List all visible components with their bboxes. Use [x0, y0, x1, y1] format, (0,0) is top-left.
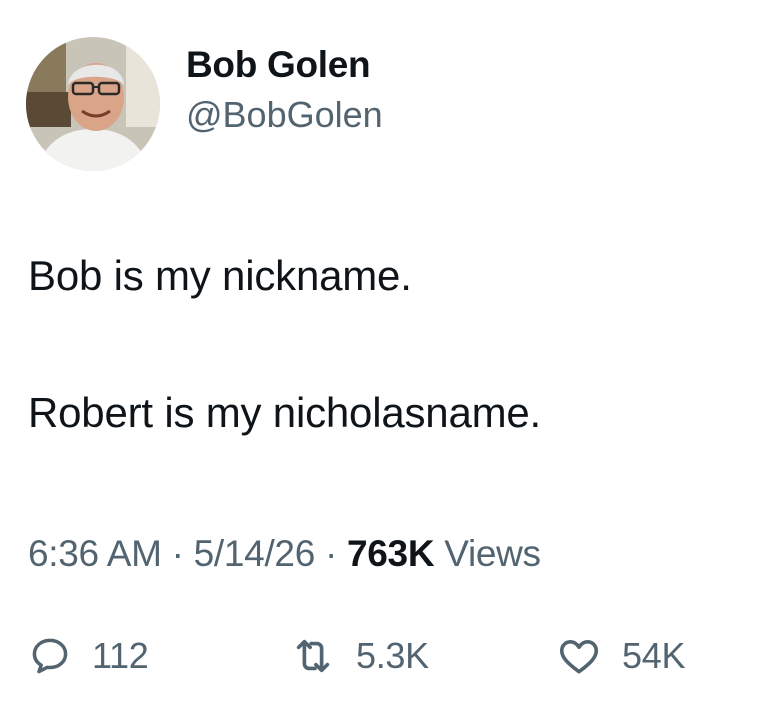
- tweet-time[interactable]: 6:36 AM: [28, 533, 162, 574]
- tweet-header: Bob Golen @BobGolen: [26, 37, 383, 171]
- author-display-name[interactable]: Bob Golen: [186, 43, 383, 87]
- heart-icon: [559, 639, 599, 674]
- tweet-card: Bob Golen @BobGolen Bob is my nickname. …: [0, 0, 761, 726]
- reply-button[interactable]: 112: [28, 626, 149, 686]
- like-button[interactable]: 54K: [556, 626, 685, 686]
- tweet-paragraph: Robert is my nicholasname.: [28, 389, 542, 436]
- retweet-icon: [296, 639, 330, 673]
- tweet-meta: 6:36 AM · 5/14/26 · 763K Views: [28, 532, 541, 576]
- action-bar: 112 5.3K 54K: [28, 626, 738, 686]
- author-handle[interactable]: @BobGolen: [186, 93, 383, 137]
- views-label: Views: [434, 533, 541, 574]
- reply-icon: [32, 638, 68, 674]
- reply-count: 112: [92, 635, 149, 676]
- retweet-count: 5.3K: [356, 635, 429, 676]
- tweet-date[interactable]: 5/14/26: [194, 533, 316, 574]
- author-names: Bob Golen @BobGolen: [186, 43, 383, 137]
- meta-separator: ·: [161, 533, 194, 574]
- meta-separator: ·: [315, 533, 347, 574]
- like-count: 54K: [622, 635, 686, 676]
- profile-photo-icon: [26, 37, 160, 171]
- tweet-paragraph: Bob is my nickname.: [28, 252, 412, 299]
- retweet-button[interactable]: 5.3K: [290, 626, 429, 686]
- tweet-text: Bob is my nickname. Robert is my nichola…: [28, 250, 541, 439]
- avatar[interactable]: [26, 37, 160, 171]
- views-count[interactable]: 763K: [347, 533, 435, 574]
